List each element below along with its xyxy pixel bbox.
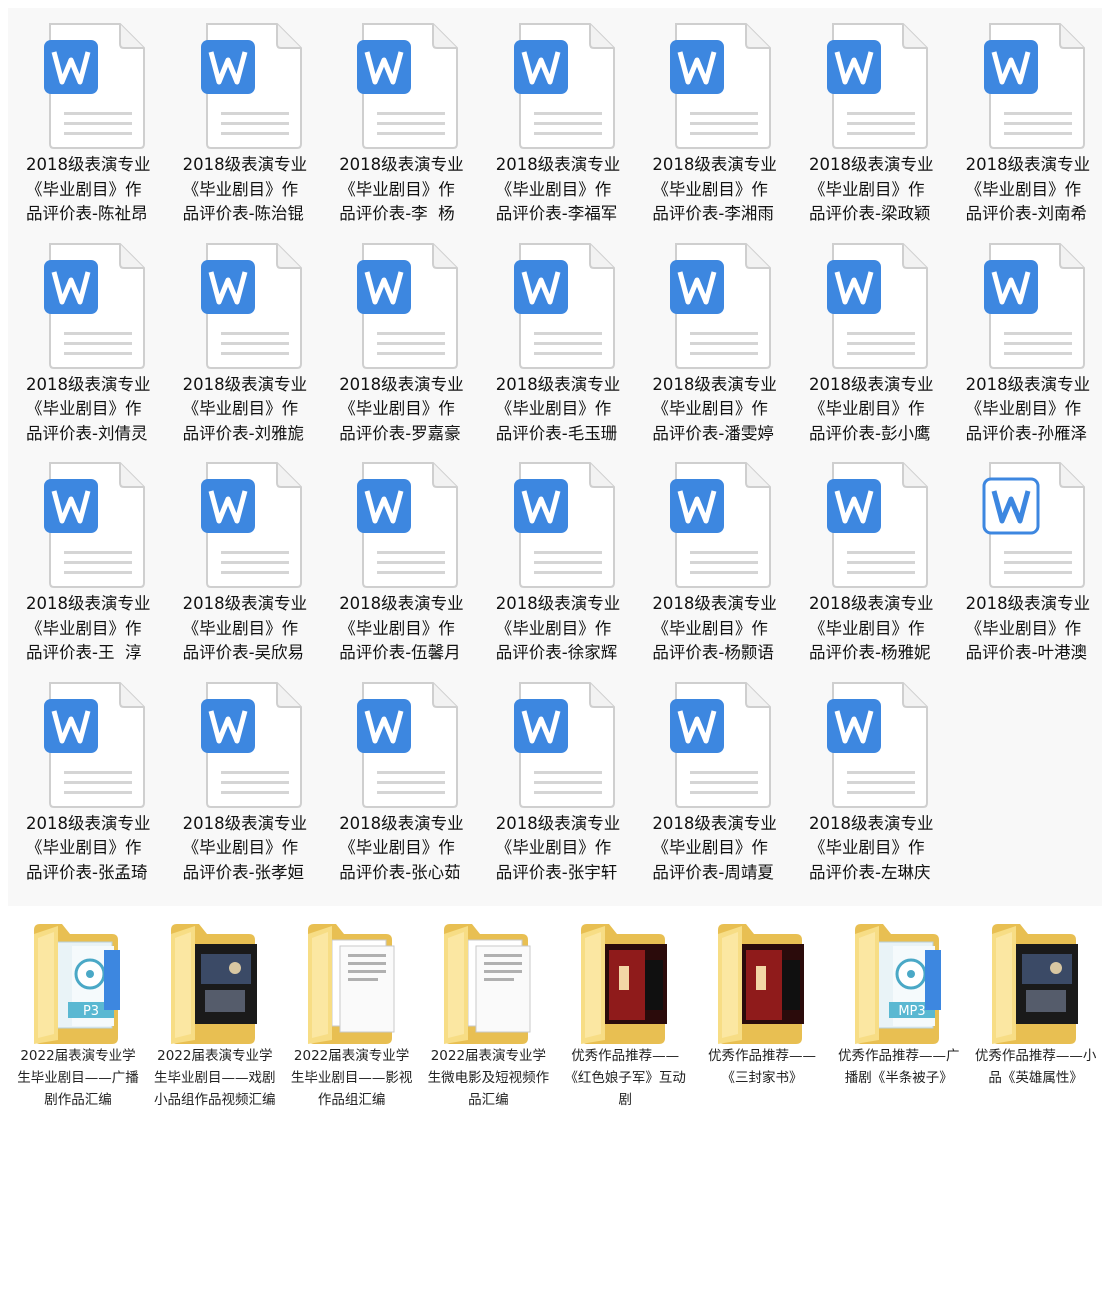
file-name-label: 2018级表演专业 《毕业剧目》作 品评价表-杨雅妮	[809, 594, 934, 662]
word-document-file[interactable]: 2018级表演专业 《毕业剧目》作 品评价表-陈治锟	[183, 20, 318, 223]
file-name-label: 2018级表演专业 《毕业剧目》作 品评价表-张孟琦	[26, 813, 151, 882]
file-name-label: 2018级表演专业 《毕业剧目》作 品评价表-王 淳	[26, 594, 151, 662]
folders-grid: P3 2022届表演专业学生毕业剧目——广播剧作品汇编 2022届表演专业学生毕…	[0, 920, 1102, 1150]
file-name-label: 2018级表演专业 《毕业剧目》作 品评价表-孙雁泽	[965, 374, 1091, 443]
word-document-file[interactable]: 2018级表演专业 《毕业剧目》作 品评价表-杨颢语	[652, 459, 787, 662]
word-document-file[interactable]: 2018级表演专业 《毕业剧目》作 品评价表-左琳庆	[809, 679, 944, 882]
word-document-file[interactable]: 2018级表演专业 《毕业剧目》作 品评价表-张宇轩	[496, 679, 631, 882]
folder-name-label: 优秀作品推荐——《红色娘子军》互动剧	[564, 1048, 686, 1108]
word-document-file[interactable]: 2018级表演专业 《毕业剧目》作 品评价表-刘雅旎	[183, 240, 318, 443]
file-name-label: 2018级表演专业 《毕业剧目》作 品评价表-杨颢语	[652, 594, 777, 662]
word-document-file[interactable]: 2018级表演专业 《毕业剧目》作 品评价表-刘南希	[966, 20, 1101, 223]
folder[interactable]: MP3 优秀作品推荐——广播剧《半条被子》	[837, 920, 961, 1130]
svg-text:P3: P3	[83, 1004, 99, 1019]
file-name-label: 2018级表演专业 《毕业剧目》作 品评价表-毛玉珊	[495, 374, 621, 443]
word-document-file[interactable]: 2018级表演专业 《毕业剧目》作 品评价表-彭小鹰	[809, 240, 944, 443]
word-document-file[interactable]: 2018级表演专业 《毕业剧目》作 品评价表-罗嘉豪	[339, 240, 474, 443]
file-name-label: 2018级表演专业 《毕业剧目》作 品评价表-徐家辉	[495, 594, 621, 662]
documents-panel: 2018级表演专业 《毕业剧目》作 品评价表-陈祉昂 2018级表演专业 《毕业…	[8, 8, 1102, 906]
folder-name-label: 优秀作品推荐——《三封家书》	[708, 1048, 816, 1086]
folder[interactable]: P3 2022届表演专业学生毕业剧目——广播剧作品汇编	[16, 920, 140, 1130]
folder[interactable]: 优秀作品推荐——《红色娘子军》互动剧	[563, 920, 687, 1130]
file-name-label: 2018级表演专业 《毕业剧目》作 品评价表-伍馨月	[339, 594, 464, 662]
file-name-label: 2018级表演专业 《毕业剧目》作 品评价表-叶港澳	[965, 594, 1091, 662]
file-name-label: 2018级表演专业 《毕业剧目》作 品评价表-张心茹	[339, 813, 464, 882]
file-name-label: 2018级表演专业 《毕业剧目》作 品评价表-李湘雨	[652, 155, 777, 223]
word-document-file[interactable]: 2018级表演专业 《毕业剧目》作 品评价表-梁政颖	[809, 20, 944, 223]
word-document-file[interactable]: 2018级表演专业 《毕业剧目》作 品评价表-徐家辉	[496, 459, 631, 662]
file-name-label: 2018级表演专业 《毕业剧目》作 品评价表-李福军	[495, 155, 621, 223]
file-name-label: 2018级表演专业 《毕业剧目》作 品评价表-陈治锟	[182, 155, 308, 223]
file-name-label: 2018级表演专业 《毕业剧目》作 品评价表-张孝姮	[182, 813, 308, 882]
word-document-file[interactable]: 2018级表演专业 《毕业剧目》作 品评价表-周靖夏	[652, 679, 787, 882]
word-document-file[interactable]: 2018级表演专业 《毕业剧目》作 品评价表-伍馨月	[339, 459, 474, 662]
folder[interactable]: 优秀作品推荐——小品《英雄属性》	[974, 920, 1098, 1130]
file-name-label: 2018级表演专业 《毕业剧目》作 品评价表-李 杨	[339, 155, 464, 223]
file-name-label: 2018级表演专业 《毕业剧目》作 品评价表-梁政颖	[809, 155, 934, 223]
word-document-file[interactable]: 2018级表演专业 《毕业剧目》作 品评价表-李湘雨	[652, 20, 787, 223]
folder[interactable]: 2022届表演专业学生微电影及短视频作品汇编	[426, 920, 550, 1130]
word-document-file[interactable]: 2018级表演专业 《毕业剧目》作 品评价表-李福军	[496, 20, 631, 223]
word-document-file[interactable]: 2018级表演专业 《毕业剧目》作 品评价表-孙雁泽	[966, 240, 1101, 443]
word-document-file[interactable]: 2018级表演专业 《毕业剧目》作 品评价表-李 杨	[339, 20, 474, 223]
word-document-file[interactable]: 2018级表演专业 《毕业剧目》作 品评价表-潘雯婷	[652, 240, 787, 443]
folder-name-label: 2022届表演专业学生毕业剧目——影视作品组汇编	[290, 1048, 413, 1108]
word-document-file[interactable]: 2018级表演专业 《毕业剧目》作 品评价表-杨雅妮	[809, 459, 944, 662]
file-name-label: 2018级表演专业 《毕业剧目》作 品评价表-刘雅旎	[182, 374, 308, 443]
file-name-label: 2018级表演专业 《毕业剧目》作 品评价表-刘倩灵	[26, 374, 151, 443]
word-document-file[interactable]: 2018级表演专业 《毕业剧目》作 品评价表-张心茹	[339, 679, 474, 882]
folder-name-label: 2022届表演专业学生毕业剧目——广播剧作品汇编	[17, 1048, 139, 1108]
file-name-label: 2018级表演专业 《毕业剧目》作 品评价表-周靖夏	[652, 813, 777, 882]
word-document-file[interactable]: 2018级表演专业 《毕业剧目》作 品评价表-王 淳	[26, 459, 161, 662]
svg-text:MP3: MP3	[898, 1004, 925, 1019]
word-document-file[interactable]: 2018级表演专业 《毕业剧目》作 品评价表-叶港澳	[966, 459, 1101, 662]
file-name-label: 2018级表演专业 《毕业剧目》作 品评价表-潘雯婷	[652, 374, 777, 443]
file-name-label: 2018级表演专业 《毕业剧目》作 品评价表-张宇轩	[495, 813, 621, 882]
folder[interactable]: 2022届表演专业学生毕业剧目——戏剧小品组作品视频汇编	[153, 920, 277, 1130]
file-name-label: 2018级表演专业 《毕业剧目》作 品评价表-刘南希	[965, 155, 1091, 223]
folder[interactable]: 2022届表演专业学生毕业剧目——影视作品组汇编	[290, 920, 414, 1130]
word-document-file[interactable]: 2018级表演专业 《毕业剧目》作 品评价表-张孝姮	[183, 679, 318, 882]
folder-name-label: 2022届表演专业学生微电影及短视频作品汇编	[427, 1048, 550, 1108]
file-name-label: 2018级表演专业 《毕业剧目》作 品评价表-彭小鹰	[809, 374, 934, 443]
folder[interactable]: 优秀作品推荐——《三封家书》	[700, 920, 824, 1130]
file-name-label: 2018级表演专业 《毕业剧目》作 品评价表-吴欣易	[182, 594, 308, 662]
file-name-label: 2018级表演专业 《毕业剧目》作 品评价表-陈祉昂	[26, 155, 151, 223]
word-document-file[interactable]: 2018级表演专业 《毕业剧目》作 品评价表-刘倩灵	[26, 240, 161, 443]
folder-name-label: 2022届表演专业学生毕业剧目——戏剧小品组作品视频汇编	[154, 1048, 276, 1108]
folder-name-label: 优秀作品推荐——小品《英雄属性》	[974, 1048, 1097, 1086]
file-name-label: 2018级表演专业 《毕业剧目》作 品评价表-左琳庆	[809, 813, 934, 882]
word-document-file[interactable]: 2018级表演专业 《毕业剧目》作 品评价表-张孟琦	[26, 679, 161, 882]
word-document-file[interactable]: 2018级表演专业 《毕业剧目》作 品评价表-毛玉珊	[496, 240, 631, 443]
word-document-file[interactable]: 2018级表演专业 《毕业剧目》作 品评价表-吴欣易	[183, 459, 318, 662]
file-name-label: 2018级表演专业 《毕业剧目》作 品评价表-罗嘉豪	[339, 374, 464, 443]
word-document-file[interactable]: 2018级表演专业 《毕业剧目》作 品评价表-陈祉昂	[26, 20, 161, 223]
folder-name-label: 优秀作品推荐——广播剧《半条被子》	[838, 1048, 960, 1086]
